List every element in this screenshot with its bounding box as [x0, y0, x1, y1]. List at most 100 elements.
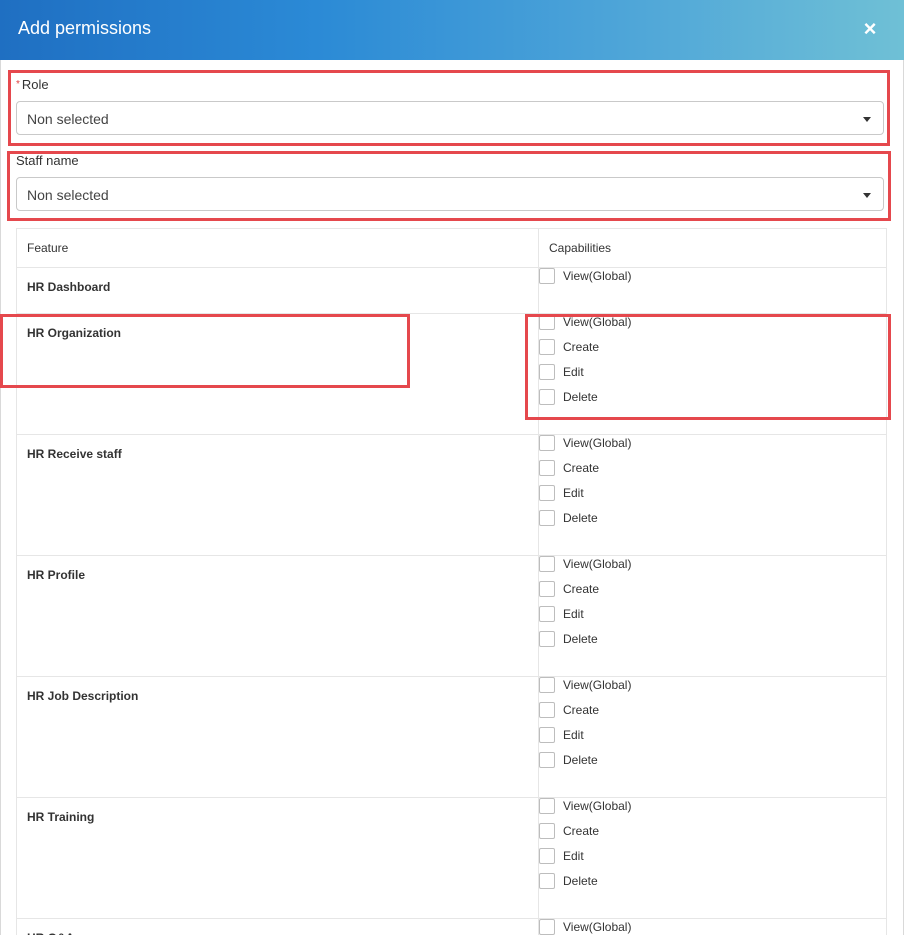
capability-label: Edit: [563, 728, 584, 742]
capability-label: Delete: [563, 511, 598, 525]
capabilities-cell: View(Global): [538, 918, 887, 935]
capability-checkbox[interactable]: [539, 606, 555, 622]
capability-option-view-global[interactable]: View(Global): [539, 919, 886, 935]
dialog-title: Add permissions: [18, 18, 152, 38]
table-row: HR Organization View(Global) Create Edit Del…: [16, 313, 887, 435]
role-label: * Role: [16, 77, 49, 93]
capability-option-edit[interactable]: Edit: [539, 848, 886, 873]
capability-checkbox[interactable]: [539, 581, 555, 597]
capability-label: View(Global): [563, 557, 632, 571]
capability-checkbox[interactable]: [539, 510, 555, 526]
capability-checkbox[interactable]: [539, 752, 555, 768]
capabilities-cell: View(Global) Create Edit Delete: [538, 797, 887, 919]
capability-label: Delete: [563, 390, 598, 404]
capability-checkbox[interactable]: [539, 364, 555, 380]
permissions-table: Feature Capabilities HR Dashboard View(Gl…: [16, 228, 887, 935]
dialog-header: Add permissions ×: [0, 0, 904, 60]
capability-option-delete[interactable]: Delete: [539, 631, 886, 656]
capabilities-cell: View(Global): [538, 267, 887, 314]
capability-label: Delete: [563, 874, 598, 888]
role-label-text: Role: [21, 77, 49, 92]
capability-checkbox[interactable]: [539, 727, 555, 743]
capability-checkbox[interactable]: [539, 631, 555, 647]
left-border: [0, 60, 1, 935]
close-icon[interactable]: ×: [858, 15, 882, 43]
table-row: HR Receive staff View(Global) Create Edit De…: [16, 434, 887, 556]
feature-name-hr-receive-staff: HR Receive staff: [27, 447, 122, 461]
capability-option-create[interactable]: Create: [539, 581, 886, 606]
table-header-row: Feature Capabilities: [16, 228, 887, 268]
capability-checkbox[interactable]: [539, 485, 555, 501]
capability-option-create[interactable]: Create: [539, 702, 886, 727]
capability-checkbox[interactable]: [539, 339, 555, 355]
capability-label: Edit: [563, 607, 584, 621]
feature-cell: HR Q&A: [16, 918, 539, 935]
capability-label: Edit: [563, 365, 584, 379]
capability-checkbox[interactable]: [539, 798, 555, 814]
feature-name-hr-training: HR Training: [27, 810, 95, 824]
capability-checkbox[interactable]: [539, 823, 555, 839]
capabilities-cell: View(Global) Create Edit Delete: [538, 434, 887, 556]
capability-label: Edit: [563, 486, 584, 500]
capability-option-edit[interactable]: Edit: [539, 364, 886, 389]
capability-option-edit[interactable]: Edit: [539, 727, 886, 752]
feature-cell: HR Receive staff: [16, 434, 539, 556]
capability-option-view-global[interactable]: View(Global): [539, 556, 886, 581]
table-row: HR Q&A View(Global): [16, 918, 887, 935]
capability-option-create[interactable]: Create: [539, 339, 886, 364]
capability-label: Create: [563, 340, 600, 354]
table-row: HR Training View(Global) Create Edit Delete: [16, 797, 887, 919]
capability-checkbox[interactable]: [539, 460, 555, 476]
capabilities-cell: View(Global) Create Edit Delete: [538, 313, 887, 435]
capability-option-view-global[interactable]: View(Global): [539, 677, 886, 702]
capability-checkbox[interactable]: [539, 919, 555, 935]
required-mark: *: [16, 79, 20, 90]
capability-checkbox[interactable]: [539, 848, 555, 864]
capability-option-delete[interactable]: Delete: [539, 873, 886, 898]
capability-checkbox[interactable]: [539, 268, 555, 284]
caret-down-icon: [863, 117, 871, 122]
table-row: HR Profile View(Global) Create Edit Delete: [16, 555, 887, 677]
capability-option-delete[interactable]: Delete: [539, 752, 886, 777]
role-select[interactable]: Non selected: [16, 101, 884, 135]
capability-label: Create: [563, 703, 600, 717]
capability-option-edit[interactable]: Edit: [539, 485, 886, 510]
feature-name-hr-q-a: HR Q&A: [17, 919, 538, 935]
capability-label: Create: [563, 824, 600, 838]
feature-name-hr-organization: HR Organization: [27, 326, 122, 340]
capabilities-column-header: Capabilities: [538, 228, 887, 268]
feature-name-hr-job-description: HR Job Description: [27, 689, 139, 703]
staff-name-select[interactable]: Non selected: [16, 177, 884, 211]
caret-down-icon: [863, 193, 871, 198]
capability-option-delete[interactable]: Delete: [539, 510, 886, 535]
capability-checkbox[interactable]: [539, 873, 555, 889]
capability-label: View(Global): [563, 269, 632, 283]
capability-option-view-global[interactable]: View(Global): [539, 798, 886, 823]
capability-option-create[interactable]: Create: [539, 460, 886, 485]
capability-option-view-global[interactable]: View(Global): [539, 268, 886, 293]
capability-checkbox[interactable]: [539, 314, 555, 330]
capabilities-cell: View(Global) Create Edit Delete: [538, 676, 887, 798]
capability-label: Edit: [563, 849, 584, 863]
feature-cell: HR Profile: [16, 555, 539, 677]
capability-label: Delete: [563, 632, 598, 646]
capability-checkbox[interactable]: [539, 702, 555, 718]
capability-label: View(Global): [563, 436, 632, 450]
capability-option-delete[interactable]: Delete: [539, 389, 886, 414]
capability-option-view-global[interactable]: View(Global): [539, 435, 886, 460]
capability-option-view-global[interactable]: View(Global): [539, 314, 886, 339]
capability-option-edit[interactable]: Edit: [539, 606, 886, 631]
staff-name-select-value: Non selected: [27, 187, 109, 203]
feature-cell: HR Dashboard: [16, 267, 539, 314]
capability-checkbox[interactable]: [539, 389, 555, 405]
feature-cell: HR Organization: [16, 313, 539, 435]
capability-checkbox[interactable]: [539, 435, 555, 451]
permissions-table-body: HR Dashboard View(Global) HR Organization V…: [16, 267, 887, 935]
capability-label: Create: [563, 582, 600, 596]
capability-option-create[interactable]: Create: [539, 823, 886, 848]
capability-label: View(Global): [563, 799, 632, 813]
capability-label: Create: [563, 461, 600, 475]
feature-cell: HR Training: [16, 797, 539, 919]
capability-checkbox[interactable]: [539, 556, 555, 572]
capability-checkbox[interactable]: [539, 677, 555, 693]
